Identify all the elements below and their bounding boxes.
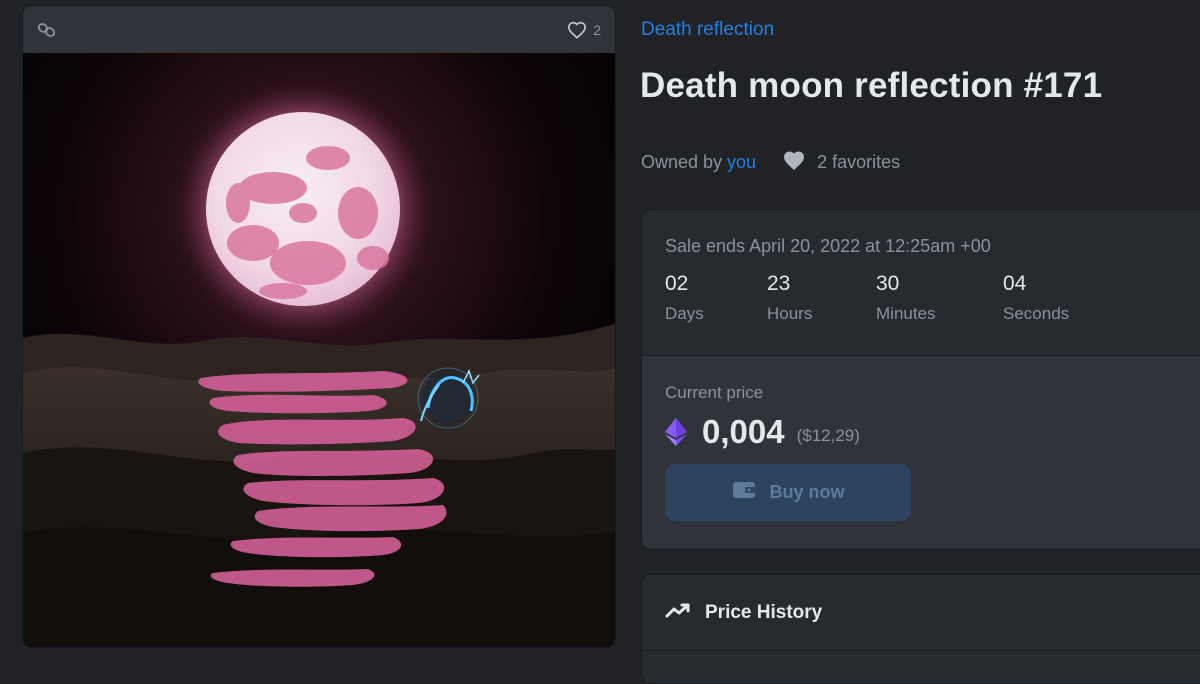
favorite-button[interactable]: 2: [567, 21, 601, 39]
buy-now-button[interactable]: Buy now: [665, 464, 911, 521]
price-history-header[interactable]: Price History: [642, 575, 1200, 651]
media-header: 2: [23, 6, 615, 53]
countdown-label: Minutes: [876, 304, 936, 323]
sale-ends-text: Sale ends April 20, 2022 at 12:25am +00: [665, 236, 991, 256]
countdown: 02 Days 23 Hours 30 Minutes 04 Seconds: [665, 272, 1200, 324]
owner-row: Owned by you 2 favorites: [641, 149, 900, 176]
price-usd: ($12,29): [796, 425, 860, 445]
countdown-days: 02 Days: [665, 272, 767, 324]
owner-prefix: Owned by: [641, 152, 723, 172]
price-history-title: Price History: [705, 601, 823, 623]
favorites-info: 2 favorites: [781, 149, 900, 176]
countdown-label: Seconds: [1003, 304, 1070, 323]
media-card: 2: [22, 5, 616, 648]
countdown-hours: 23 Hours: [767, 272, 876, 324]
countdown-label: Days: [665, 304, 704, 323]
nft-image: [23, 53, 615, 647]
price-value: 0,004: [702, 413, 785, 450]
sale-countdown-section: Sale ends April 20, 2022 at 12:25am +00 …: [642, 210, 1200, 356]
countdown-value: 02: [665, 272, 689, 295]
collection-link[interactable]: Death reflection: [641, 19, 774, 41]
sale-card: Sale ends April 20, 2022 at 12:25am +00 …: [641, 209, 1200, 550]
countdown-value: 23: [767, 272, 791, 295]
price-row: 0,004 ($12,29): [665, 413, 1200, 451]
countdown-seconds: 04 Seconds: [1003, 272, 1069, 324]
heart-outline-icon: [567, 21, 587, 39]
favorites-count: 2 favorites: [817, 152, 901, 172]
buy-now-label: Buy now: [769, 482, 845, 502]
heart-filled-icon: [781, 149, 817, 176]
countdown-value: 30: [876, 272, 900, 295]
trending-up-icon: [665, 602, 691, 623]
wallet-icon: [732, 480, 756, 505]
countdown-minutes: 30 Minutes: [876, 272, 1003, 324]
chain-icon: [37, 20, 57, 40]
price-history-panel: Price History: [641, 574, 1200, 684]
countdown-value: 04: [1003, 272, 1027, 295]
price-section: Current price 0,004 ($12,29) Buy now: [642, 356, 1200, 549]
eth-icon: [665, 418, 687, 446]
countdown-label: Hours: [767, 304, 813, 323]
page-title: Death moon reflection #171: [640, 66, 1103, 105]
price-label: Current price: [665, 383, 764, 402]
owner-link[interactable]: you: [727, 152, 756, 173]
favorite-count: 2: [593, 21, 601, 38]
